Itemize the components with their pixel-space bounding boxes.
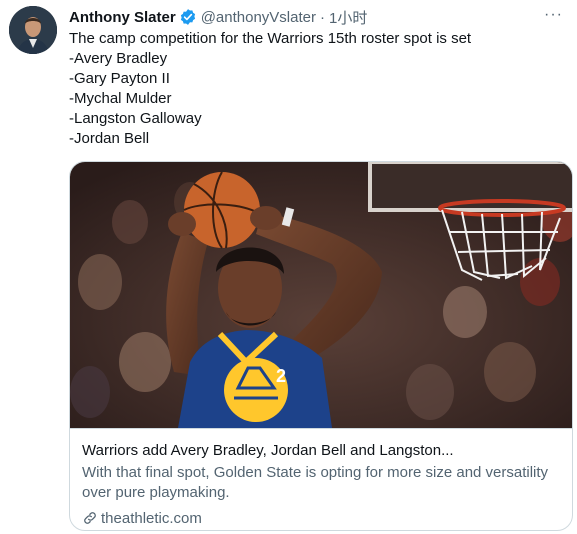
card-domain-text: theathletic.com: [101, 509, 202, 527]
jersey-number: 2: [276, 366, 286, 386]
card-description: With that final spot, Golden State is op…: [82, 464, 549, 501]
tweet-line: -Gary Payton II: [69, 70, 170, 87]
tweet-header: Anthony Slater @anthonyVslater · 1小时: [69, 6, 367, 28]
tweet: Anthony Slater @anthonyVslater · 1小时 ···…: [0, 0, 577, 534]
tweet-line: The camp competition for the Warriors 15…: [69, 30, 472, 47]
link-icon: [84, 512, 96, 524]
separator-dot: ·: [319, 8, 325, 26]
tweet-line: -Mychal Mulder: [69, 90, 172, 107]
tweet-line: -Avery Bradley: [69, 50, 168, 67]
tweet-line: -Jordan Bell: [69, 130, 150, 147]
link-card[interactable]: 2 Warriors add Avery Bradley, Jordan Bel…: [69, 161, 573, 531]
author-name[interactable]: Anthony Slater: [69, 9, 176, 26]
card-image: 2: [70, 162, 572, 428]
tweet-text: The camp competition for the Warriors 15…: [69, 29, 559, 149]
author-handle[interactable]: @anthonyVslater: [201, 9, 316, 26]
avatar[interactable]: [9, 6, 57, 54]
card-title: Warriors add Avery Bradley, Jordan Bell …: [82, 442, 454, 459]
more-options-icon[interactable]: ···: [544, 6, 563, 24]
avatar-photo: [9, 6, 57, 54]
card-domain[interactable]: theathletic.com: [82, 508, 562, 528]
verified-badge-icon: [179, 8, 197, 26]
card-meta: Warriors add Avery Bradley, Jordan Bell …: [70, 428, 572, 530]
tweet-line: -Langston Galloway: [69, 110, 202, 127]
timestamp[interactable]: 1小时: [329, 7, 367, 28]
